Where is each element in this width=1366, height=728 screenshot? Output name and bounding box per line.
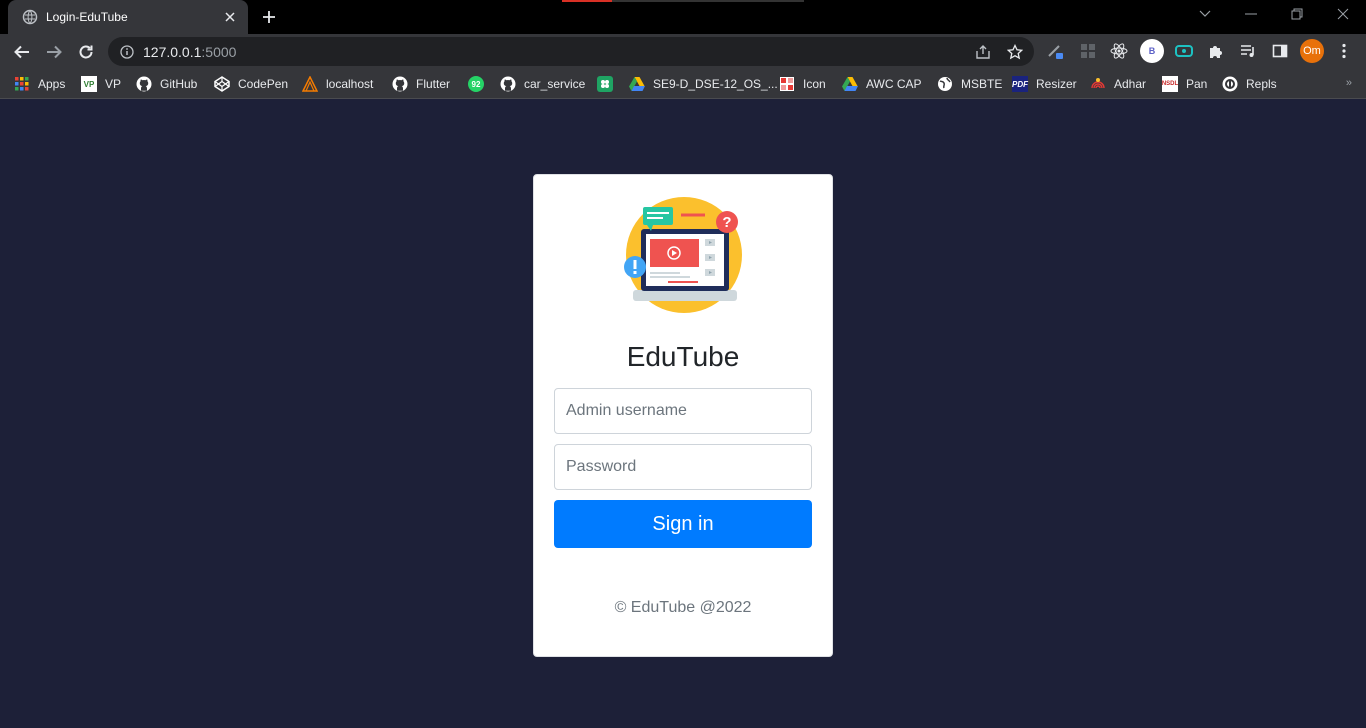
copyright-footer: © EduTube @2022 [614, 599, 752, 616]
icon-grid-icon [779, 76, 795, 92]
extensions-puzzle-icon[interactable] [1205, 40, 1227, 62]
whatsapp-icon: 92 [468, 76, 484, 92]
bookmark-label: Resizer [1036, 77, 1077, 91]
codepen-icon [214, 76, 230, 92]
nsdl-icon: NSDL [1162, 76, 1178, 92]
bookmark-vp[interactable]: VP VP [81, 75, 121, 93]
aadhaar-icon [1090, 76, 1106, 92]
bookmark-localhost[interactable]: localhost [302, 75, 373, 93]
teal-extension-icon[interactable] [1173, 40, 1195, 62]
bookmark-label: Adhar [1114, 77, 1147, 91]
bookmark-label: AWC CAP [866, 77, 922, 91]
bookmark-repls[interactable]: Repls [1222, 75, 1277, 93]
password-input[interactable] [554, 444, 812, 490]
bookmark-label: Repls [1246, 77, 1277, 91]
profile-initials: Om [1303, 45, 1321, 57]
reload-icon[interactable] [73, 39, 99, 65]
edutube-logo-icon: ? [623, 195, 745, 313]
brand-title: EduTube [626, 341, 740, 372]
tab-strip: Login-EduTube [0, 0, 1366, 34]
bookmark-green-app[interactable] [597, 75, 613, 93]
globe-icon [937, 76, 953, 92]
url-host: 127.0.0.1 [143, 43, 202, 60]
restore-icon[interactable] [1285, 4, 1309, 24]
more-bookmarks-chevron-icon[interactable]: » [1346, 77, 1352, 89]
bookmark-label: localhost [326, 77, 374, 91]
bookmark-label: CodePen [238, 77, 289, 91]
bookmark-label: Flutter [416, 77, 451, 91]
sign-in-button[interactable]: Sign in [554, 500, 812, 548]
localhost-icon [302, 76, 318, 92]
tab-search-icon[interactable] [1193, 4, 1217, 24]
bookmark-icon[interactable]: Icon [779, 75, 826, 93]
bookmark-star-icon[interactable] [1006, 43, 1024, 61]
username-input[interactable] [554, 388, 812, 434]
bookmark-label: car_service [524, 77, 586, 91]
github-icon [500, 76, 516, 92]
svg-text:?: ? [722, 214, 731, 231]
bookmark-flutter[interactable]: Flutter [392, 75, 450, 93]
site-info-icon[interactable] [120, 44, 134, 59]
bookmark-pan[interactable]: NSDL Pan [1162, 75, 1207, 93]
bookmark-label: SE9-D_DSE-12_OS_... [653, 77, 778, 91]
bookmark-github[interactable]: GitHub [136, 75, 197, 93]
github-icon [392, 76, 408, 92]
pen-extension-icon[interactable] [1044, 40, 1066, 62]
apps-grid-icon [14, 76, 30, 92]
green-app-icon [597, 76, 613, 92]
side-panel-icon[interactable] [1269, 40, 1291, 62]
bookmark-msbte[interactable]: MSBTE [937, 75, 1002, 93]
bookmark-label: MSBTE [961, 77, 1003, 91]
bookmarks-bar: Apps VP VP GitHub CodePen localhost Flut… [0, 69, 1366, 99]
bookmark-whatsapp[interactable]: 92 [468, 75, 484, 93]
bookmark-label: Apps [38, 77, 66, 91]
url-port: :5000 [201, 43, 237, 60]
bookmark-label: Pan [1186, 77, 1208, 91]
bookmark-label: GitHub [160, 77, 198, 91]
browser-toolbar: 127.0.0.1:5000 B Om [0, 34, 1366, 69]
b-extension-icon[interactable]: B [1140, 39, 1164, 63]
minimize-icon[interactable] [1239, 4, 1263, 24]
google-drive-icon [842, 76, 858, 92]
bookmark-adhar[interactable]: Adhar [1090, 75, 1146, 93]
media-playlist-icon[interactable] [1237, 40, 1259, 62]
close-window-icon[interactable] [1331, 4, 1355, 24]
login-card: ? EduTube Sign in © EduTube @2022 [533, 174, 833, 657]
bookmark-awc-cap[interactable]: AWC CAP [842, 75, 922, 93]
b-extension-letter: B [1148, 46, 1156, 56]
bookmark-resizer[interactable]: PDF Resizer [1012, 75, 1077, 93]
browser-tab[interactable]: Login-EduTube [8, 0, 248, 34]
bookmark-se9-drive[interactable]: SE9-D_DSE-12_OS_... [629, 75, 778, 93]
globe-icon [22, 9, 38, 25]
close-tab-icon[interactable] [222, 9, 238, 25]
replit-icon [1222, 76, 1238, 92]
bookmark-label: VP [105, 77, 122, 91]
back-icon[interactable] [9, 39, 35, 65]
tab-title: Login-EduTube [46, 10, 128, 24]
menu-kebab-icon[interactable] [1333, 40, 1355, 62]
pdf-resizer-icon: PDF [1012, 76, 1028, 92]
google-drive-icon [629, 76, 645, 92]
share-icon[interactable] [974, 43, 992, 61]
url-text: 127.0.0.1:5000 [143, 44, 236, 60]
vp-favicon-icon: VP [81, 76, 97, 92]
tab-loading-progress [562, 0, 612, 2]
forward-icon[interactable] [41, 39, 67, 65]
react-devtools-icon[interactable] [1108, 40, 1130, 62]
address-bar[interactable]: 127.0.0.1:5000 [108, 37, 1034, 66]
bookmark-car-service[interactable]: car_service [500, 75, 585, 93]
grid-extension-icon[interactable] [1077, 40, 1099, 62]
bookmark-codepen[interactable]: CodePen [214, 75, 288, 93]
profile-avatar[interactable]: Om [1300, 39, 1324, 63]
bookmark-label: Icon [803, 77, 826, 91]
new-tab-icon[interactable] [258, 7, 280, 27]
github-icon [136, 76, 152, 92]
bookmark-apps[interactable]: Apps [14, 75, 65, 93]
